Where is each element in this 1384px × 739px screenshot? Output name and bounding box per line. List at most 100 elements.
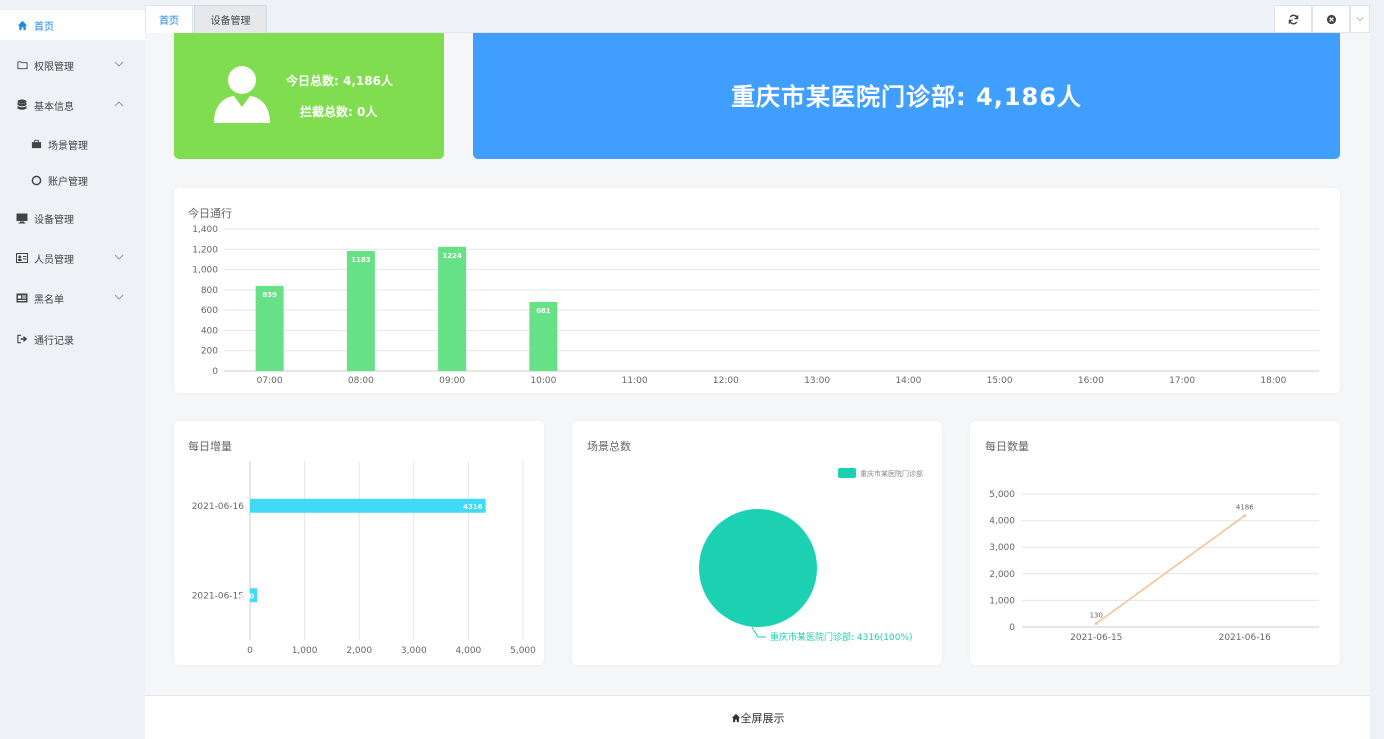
fullscreen-label: 全屏展示 [740, 711, 785, 725]
y-tick-label: 1,000 [192, 266, 218, 276]
x-tick-label: 15:00 [987, 376, 1013, 386]
sidebar-item-label: 人员管理 [34, 254, 74, 266]
daily-count-chart: 0 1,000 2,000 3,000 4,000 5,000 2021-06-15 2021… [989, 490, 1319, 643]
id-card-icon [16, 252, 28, 264]
chevron-down-icon[interactable] [113, 58, 125, 70]
folder-icon [16, 59, 28, 71]
main-content: 今日总数: 4,186人 拦截总数: 0人 重庆市某医院门诊部: 4,186人 … [145, 33, 1370, 739]
user-icon [214, 66, 270, 123]
bar-value-label: 130 [239, 592, 254, 600]
x-tick-label: 14:00 [895, 376, 921, 386]
sidebar-item-blacklist[interactable]: 黑名单 [0, 283, 145, 313]
y-tick-label: 1,400 [192, 225, 218, 235]
x-tick-label: 09:00 [439, 376, 465, 386]
y-tick-label: 2021-06-16 [192, 502, 245, 512]
sidebar-item-label: 基本信息 [34, 101, 74, 113]
sidebar-item-label: 首页 [34, 21, 54, 33]
daily-count-card: 每日数量 0 1,000 2,000 3,000 4,000 5,000 2021-06-1… [970, 421, 1340, 665]
y-tick-label: 2,000 [989, 570, 1015, 580]
sidebar-item-label: 权限管理 [34, 61, 74, 73]
y-tick-label: 200 [201, 347, 218, 357]
data-point [1094, 622, 1098, 626]
x-tick-label: 13:00 [804, 376, 830, 386]
x-tick-label: 08:00 [348, 376, 374, 386]
sidebar-item-label: 场景管理 [48, 140, 88, 152]
sidebar-item-access-records[interactable]: 通行记录 [0, 324, 145, 354]
sidebar-item-label: 设备管理 [34, 214, 74, 226]
fullscreen-button[interactable]: 全屏展示 [145, 695, 1370, 739]
y-tick-label: 1,200 [192, 245, 218, 255]
today-total-text: 今日总数: 4,186人 [286, 74, 393, 88]
today-stats-card: 今日总数: 4,186人 拦截总数: 0人 [174, 33, 444, 159]
refresh-button[interactable] [1274, 5, 1312, 33]
x-tick-label: 07:00 [257, 376, 283, 386]
y-tick-label: 4,000 [989, 517, 1015, 527]
sidebar-item-account[interactable]: 账户管理 [0, 165, 145, 195]
bar [346, 251, 375, 371]
x-tick-label: 2,000 [346, 646, 372, 656]
x-tick-label: 17:00 [1169, 376, 1195, 386]
x-tick-label: 10:00 [530, 376, 556, 386]
sidebar-item-personnel[interactable]: 人员管理 [0, 243, 145, 273]
point-value-label: 4186 [1236, 504, 1254, 512]
legend-label: 重庆市某医院门诊部 [860, 469, 923, 478]
sidebar-item-scene[interactable]: 场景管理 [0, 129, 145, 159]
x-tick-label: 4,000 [456, 646, 482, 656]
tab-device-management[interactable]: 设备管理 [194, 5, 267, 33]
sidebar-item-basic-info[interactable]: 基本信息 [0, 90, 145, 120]
daily-increment-chart: 0 1,000 2,000 3,000 4,000 5,000 2021-06-16 4316… [192, 461, 536, 656]
chevron-down-icon[interactable] [113, 251, 125, 263]
monitor-icon [16, 212, 28, 224]
x-tick-label: 2021-06-16 [1219, 633, 1272, 643]
circle-icon [30, 174, 42, 186]
sidebar: 首页 权限管理 基本信息 场景管理 账户管理 设备管理 人员管理 黑名单 通行记… [0, 0, 145, 739]
sidebar-item-home[interactable]: 首页 [0, 10, 145, 40]
label-leader-line [751, 626, 766, 638]
sidebar-item-permissions[interactable]: 权限管理 [0, 50, 145, 80]
y-tick-label: 0 [1009, 623, 1015, 633]
x-tick-label: 0 [247, 646, 253, 656]
y-tick-label: 0 [212, 367, 218, 377]
bar-value-label: 4316 [463, 503, 483, 511]
bar-value-label: 681 [536, 307, 551, 315]
chevron-down-icon[interactable] [113, 291, 125, 303]
briefcase-icon [30, 138, 42, 150]
close-tabs-button[interactable] [1312, 5, 1350, 33]
x-tick-label: 2021-06-15 [1070, 633, 1122, 643]
series-line [1095, 515, 1246, 625]
bar [250, 498, 486, 513]
y-tick-label: 3,000 [989, 543, 1015, 553]
point-value-label: 130 [1090, 612, 1103, 620]
daily-increment-card: 每日增量 0 1,000 2,000 3,000 4,000 5,000 2021-06-1… [174, 421, 544, 665]
tab-options-dropdown[interactable] [1350, 5, 1370, 33]
close-circle-icon [1326, 14, 1336, 24]
slice-label: 重庆市某医院门诊部: 4316(100%) [770, 631, 913, 643]
x-tick-label: 1,000 [292, 646, 318, 656]
sidebar-item-device[interactable]: 设备管理 [0, 203, 145, 233]
data-point [1243, 514, 1247, 518]
sign-out-icon [16, 333, 28, 345]
today-traffic-card: 今日通行 0 200 400 600 800 1,000 1,200 1,400 07:00 83… [174, 188, 1340, 393]
home-icon [16, 19, 28, 31]
chevron-down-icon [1356, 17, 1364, 22]
chevron-up-icon[interactable] [113, 98, 125, 110]
sidebar-item-label: 账户管理 [48, 176, 88, 188]
y-tick-label: 800 [201, 286, 218, 296]
scene-total-chart: 重庆市某医院门诊部重庆市某医院门诊部: 4316(100%) [699, 468, 923, 643]
x-tick-label: 5,000 [510, 646, 536, 656]
bar-value-label: 1224 [442, 252, 462, 260]
x-tick-label: 16:00 [1078, 376, 1104, 386]
x-tick-label: 18:00 [1260, 376, 1286, 386]
tab-home[interactable]: 首页 [145, 5, 193, 33]
sidebar-item-label: 黑名单 [34, 294, 64, 306]
database-icon [16, 99, 28, 111]
blocked-total-text: 拦截总数: 0人 [300, 105, 378, 119]
x-tick-label: 11:00 [622, 376, 648, 386]
y-tick-label: 1,000 [989, 596, 1015, 606]
tab-bar: 首页 设备管理 [145, 0, 1370, 33]
x-tick-label: 12:00 [713, 376, 739, 386]
y-tick-label: 600 [201, 306, 218, 316]
y-tick-label: 5,000 [989, 490, 1015, 500]
list-card-icon [16, 292, 28, 304]
headline-card: 重庆市某医院门诊部: 4,186人 [473, 33, 1340, 159]
